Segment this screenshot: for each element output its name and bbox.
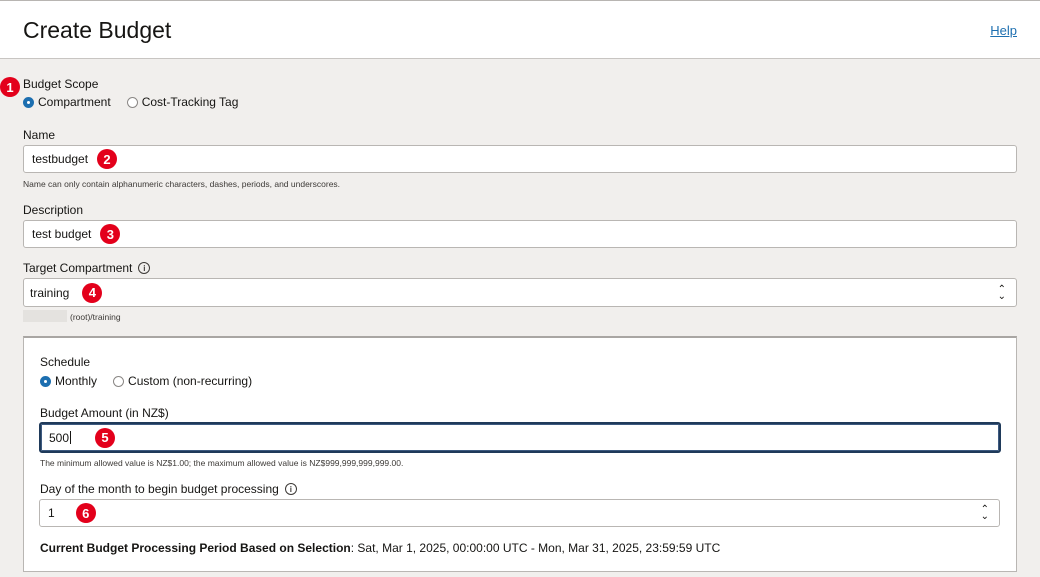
processing-period-value: : Sat, Mar 1, 2025, 00:00:00 UTC - Mon, … [350,541,721,555]
compartment-path: (root)/training [70,312,121,322]
schedule-label: Schedule [40,355,91,369]
text-cursor [70,431,72,444]
radio-unselected-icon[interactable] [113,375,125,387]
day-of-month-value: 1 [48,506,55,520]
day-of-month-label-row: Day of the month to begin budget process… [40,482,297,496]
processing-period: Current Budget Processing Period Based o… [40,541,720,555]
target-compartment-label: Target Compartment [23,261,133,275]
radio-selected-icon[interactable] [23,96,34,108]
budget-amount-input[interactable]: 500 5 [39,422,1001,453]
page-title: Create Budget [23,17,172,43]
step-marker-2: 2 [97,149,118,169]
description-label: Description [23,203,84,217]
day-of-month-label: Day of the month to begin budget process… [40,482,279,496]
chevron-up-down-icon: ⌃ ⌄ [997,283,1006,302]
radio-monthly-label: Monthly [55,374,98,388]
description-input[interactable]: test budget 3 [23,220,1017,248]
radio-custom-label: Custom (non-recurring) [128,374,253,388]
budget-amount-label: Budget Amount (in NZ$) [40,406,169,420]
radio-monthly[interactable]: Monthly [40,374,97,388]
step-marker-5: 5 [95,427,116,448]
radio-selected-icon[interactable] [40,375,51,387]
budget-scope-label: Budget Scope [23,77,99,91]
radio-cost-tracking-tag-label: Cost-Tracking Tag [141,95,239,109]
processing-period-label: Current Budget Processing Period Based o… [40,541,351,555]
target-compartment-select[interactable]: training 4 ⌃ ⌄ [23,278,1017,307]
chevron-up-down-icon: ⌃ ⌄ [980,504,989,522]
step-marker-1: 1 [0,77,20,97]
step-marker-6: 6 [75,503,96,523]
radio-compartment[interactable]: Compartment [23,95,111,109]
compartment-path-redaction [23,310,67,322]
target-compartment-value: training [30,285,70,300]
schedule-panel [23,336,1017,572]
radio-custom-non-recurring[interactable]: Custom (non-recurring) [113,374,252,388]
name-hint: Name can only contain alphanumeric chara… [23,179,341,189]
step-marker-3: 3 [100,224,121,244]
info-icon[interactable]: i [138,262,151,274]
budget-scope-radio-group: Compartment Cost-Tracking Tag [23,95,254,109]
day-of-month-select[interactable]: 1 6 ⌃ ⌄ [39,499,1000,527]
help-link[interactable]: Help [990,23,1017,38]
step-marker-4: 4 [82,282,103,303]
radio-compartment-label: Compartment [38,95,111,109]
description-input-value: test budget [32,227,92,241]
name-input[interactable]: testbudget 2 [23,145,1017,173]
budget-amount-hint: The minimum allowed value is NZ$1.00; th… [40,458,404,468]
name-label: Name [23,128,56,142]
radio-cost-tracking-tag[interactable]: Cost-Tracking Tag [126,95,239,109]
info-icon[interactable]: i [284,483,297,495]
name-input-value: testbudget [32,152,89,166]
target-compartment-label-row: Target Compartment i [23,261,151,275]
budget-amount-value: 500 [49,430,70,445]
radio-unselected-icon[interactable] [126,96,138,108]
schedule-radio-group: Monthly Custom (non-recurring) [40,374,268,388]
page-header: Create Budget Help [0,0,1040,59]
